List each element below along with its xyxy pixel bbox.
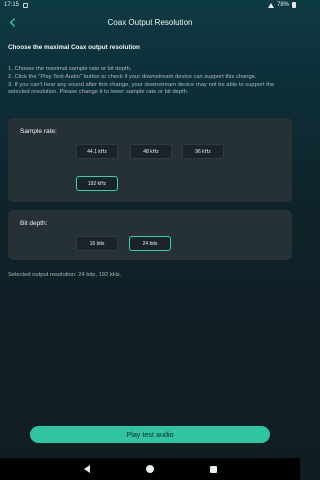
bit-depth-label: Bit depth: [20,220,48,227]
sample-rate-card: Sample rate: 44.1 kHz 48 kHz 96 kHz 192 … [8,118,292,202]
section-heading: Choose the maximal Coax output resolutio… [8,44,140,51]
page-title: Coax Output Resolution [107,17,193,27]
status-right: 78% [267,2,296,8]
selected-resolution-text: Selected output resolution: 24 bits, 192… [8,272,122,278]
instruction-3: 3. If you can't hear any sound after thi… [8,81,275,96]
sample-rate-label: Sample rate: [20,128,57,135]
nav-home-icon[interactable] [145,465,154,473]
sample-rate-option-96[interactable]: 96 kHz [182,144,224,159]
wifi-icon [267,2,274,8]
battery-percent: 78% [276,2,289,8]
play-test-audio-button[interactable]: Play test audio [30,426,270,443]
status-time: 17:15 [4,2,20,8]
bit-depth-option-16[interactable]: 16 bits [76,236,118,251]
sample-rate-option-48[interactable]: 48 kHz [130,144,172,159]
app-bar: Coax Output Resolution [0,12,300,32]
nav-back-icon[interactable] [83,465,90,473]
instruction-2: 2. Click the "Play Test Audio" button to… [8,73,257,80]
status-left: 17:15 [4,2,29,8]
sample-rate-option-44-1[interactable]: 44.1 kHz [76,144,118,159]
battery-icon [292,2,296,8]
nav-recent-icon[interactable] [209,465,217,473]
instruction-1: 1. Choose the maximal sample rate or bit… [8,66,132,72]
back-arrow-icon[interactable] [6,16,18,28]
status-bar: 17:15 78% [0,0,300,10]
notification-icon [23,2,29,8]
bit-depth-option-24[interactable]: 24 bits [129,236,171,251]
sample-rate-option-192[interactable]: 192 kHz [76,176,118,191]
bit-depth-card: Bit depth: 16 bits 24 bits [8,210,292,260]
instructions: 1. Choose the maximal sample rate or bit… [8,66,294,97]
navigation-bar [0,458,300,480]
